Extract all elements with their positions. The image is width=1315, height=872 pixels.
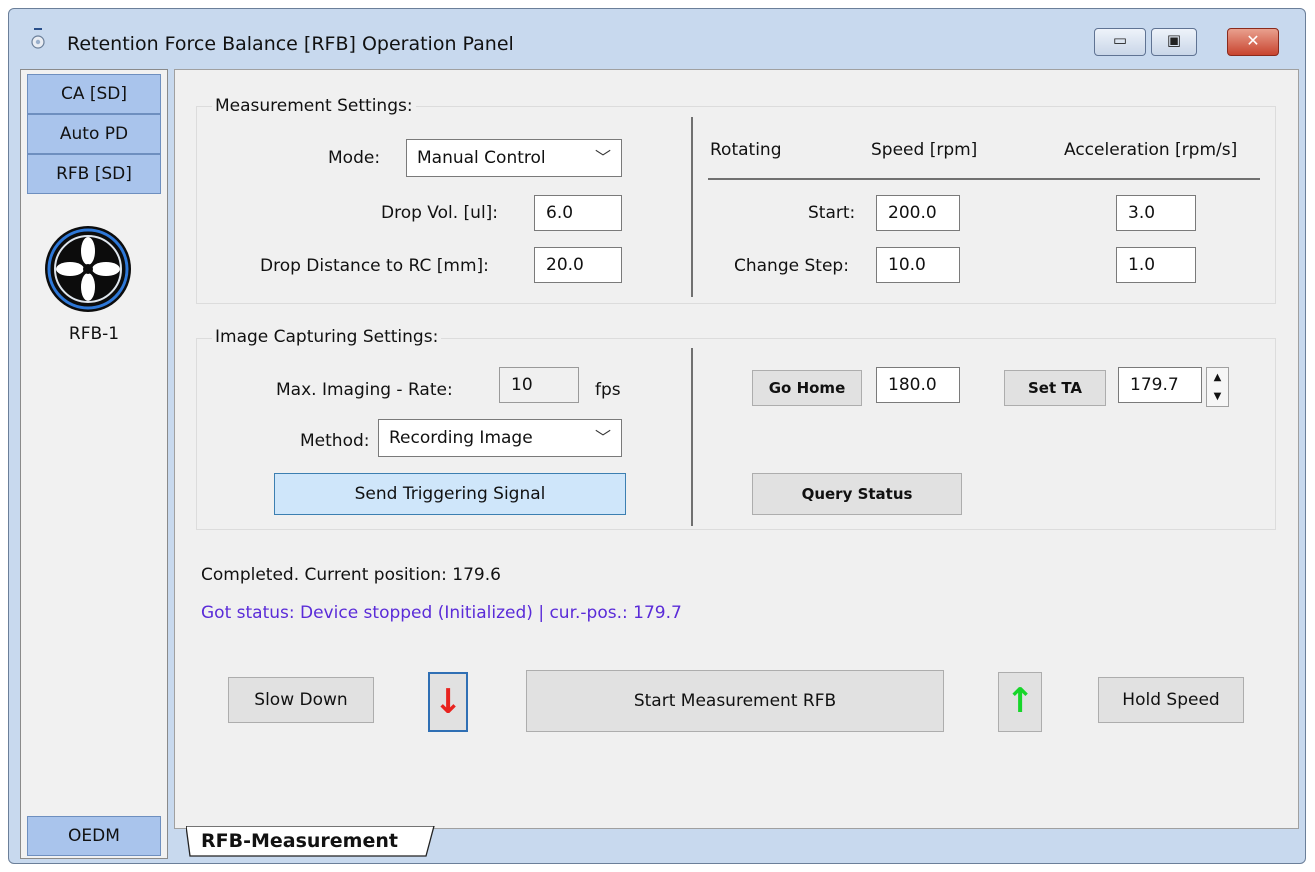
down-arrow-icon: ↓ [433, 682, 463, 722]
change-step-label: Change Step: [734, 256, 849, 276]
app-icon [31, 28, 45, 49]
drop-distance-label: Drop Distance to RC [mm]: [260, 256, 489, 276]
start-speed-field[interactable]: 200.0 [876, 195, 960, 231]
vertical-divider [691, 117, 693, 297]
vertical-divider-2 [691, 348, 693, 526]
imaging-rate-label: Max. Imaging - Rate: [276, 380, 453, 400]
hold-speed-button[interactable]: Hold Speed [1098, 677, 1244, 723]
method-label: Method: [300, 431, 370, 451]
method-value: Recording Image [389, 428, 533, 448]
maximize-icon: ▣ [1166, 31, 1182, 49]
spin-down-icon[interactable]: ▼ [1207, 387, 1228, 406]
spin-up-icon[interactable]: ▲ [1207, 368, 1228, 387]
window-title: Retention Force Balance [RFB] Operation … [67, 33, 514, 55]
maximize-button[interactable]: ▣ [1151, 28, 1197, 56]
status-device: Got status: Device stopped (Initialized)… [201, 603, 682, 623]
sidebar-item-oedm[interactable]: OEDM [27, 816, 161, 856]
start-label: Start: [808, 203, 856, 223]
drop-vol-field[interactable]: 6.0 [534, 195, 622, 231]
up-arrow-button[interactable]: ↑ [998, 672, 1042, 732]
speed-header: Speed [rpm] [871, 140, 978, 160]
title-bar[interactable]: Retention Force Balance [RFB] Operation … [9, 9, 1305, 71]
rate-unit: fps [595, 380, 621, 400]
slow-down-button[interactable]: Slow Down [228, 677, 374, 723]
set-ta-spinner[interactable]: ▲ ▼ [1206, 367, 1229, 407]
method-dropdown[interactable]: Recording Image ﹀ [378, 419, 622, 457]
rotating-header: Rotating [710, 140, 782, 160]
imaging-rate-field: 10 [499, 367, 579, 403]
query-status-button[interactable]: Query Status [752, 473, 962, 515]
tab-label: RFB-Measurement [201, 830, 398, 852]
minimize-icon: ▭ [1112, 31, 1128, 49]
set-ta-field[interactable]: 179.7 [1118, 367, 1202, 403]
set-ta-button[interactable]: Set TA [1004, 370, 1106, 406]
mode-dropdown[interactable]: Manual Control ﹀ [406, 139, 622, 177]
close-icon: ✕ [1246, 31, 1260, 50]
header-divider [708, 178, 1260, 180]
start-measurement-button[interactable]: Start Measurement RFB [526, 670, 944, 732]
sidebar-item-auto-pd[interactable]: Auto PD [27, 114, 161, 154]
step-speed-field[interactable]: 10.0 [876, 247, 960, 283]
rfb-device-icon [45, 226, 131, 312]
status-completed: Completed. Current position: 179.6 [201, 565, 501, 585]
go-home-field[interactable]: 180.0 [876, 367, 960, 403]
mode-label: Mode: [328, 148, 381, 168]
image-capturing-title: Image Capturing Settings: [212, 327, 442, 347]
minimize-button[interactable]: ▭ [1094, 28, 1146, 56]
send-triggering-signal-button[interactable]: Send Triggering Signal [274, 473, 626, 515]
measurement-settings-title: Measurement Settings: [212, 96, 416, 116]
acceleration-header: Acceleration [rpm/s] [1064, 140, 1238, 160]
sidebar: CA [SD] Auto PD RFB [SD] RFB-1 OEDM [20, 69, 168, 859]
chevron-down-icon: ﹀ [594, 428, 611, 447]
close-button[interactable]: ✕ [1227, 28, 1279, 56]
drop-distance-field[interactable]: 20.0 [534, 247, 622, 283]
mode-value: Manual Control [417, 148, 546, 168]
drop-vol-label: Drop Vol. [ul]: [381, 203, 499, 223]
go-home-button[interactable]: Go Home [752, 370, 862, 406]
device-name: RFB-1 [68, 324, 120, 344]
start-acceleration-field[interactable]: 3.0 [1116, 195, 1196, 231]
sidebar-item-ca-sd[interactable]: CA [SD] [27, 74, 161, 114]
chevron-down-icon: ﹀ [594, 148, 611, 167]
down-arrow-button[interactable]: ↓ [428, 672, 468, 732]
sidebar-item-rfb-sd[interactable]: RFB [SD] [27, 154, 161, 194]
up-arrow-icon: ↑ [1005, 681, 1035, 721]
step-acceleration-field[interactable]: 1.0 [1116, 247, 1196, 283]
